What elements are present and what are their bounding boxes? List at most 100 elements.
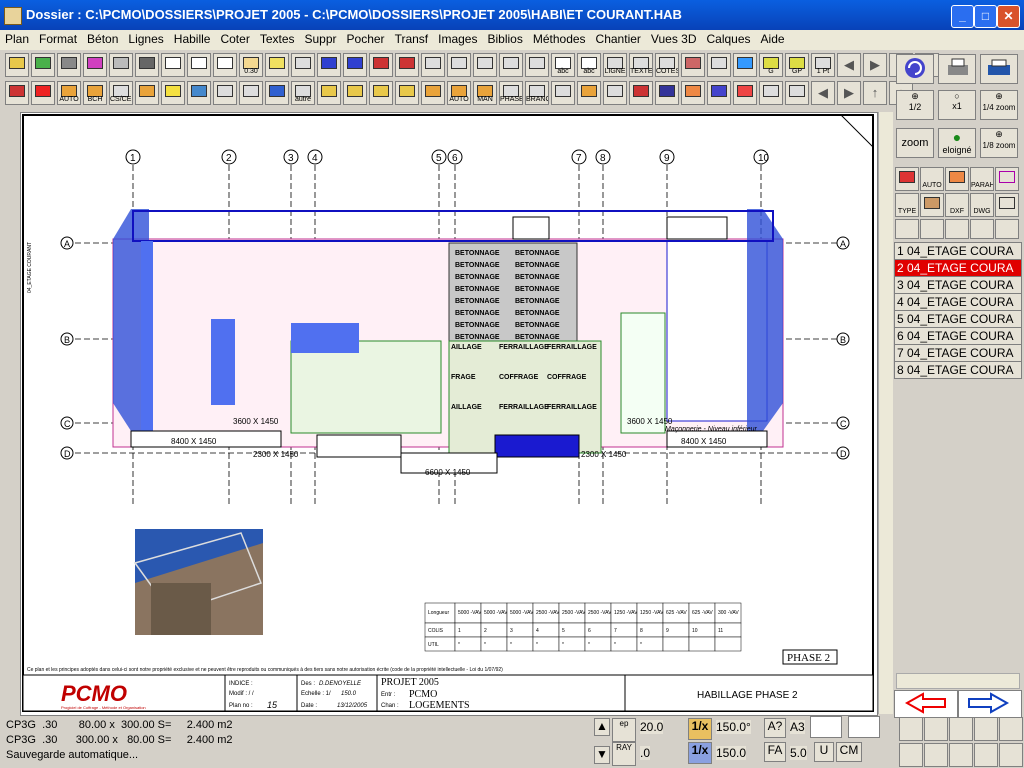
row2-tool-21[interactable] — [551, 81, 575, 105]
row1-tool-15[interactable] — [395, 53, 419, 77]
menu-item-9[interactable]: Transf — [390, 30, 434, 48]
ep-value[interactable]: 20.0 — [640, 720, 664, 734]
snap-tool-5[interactable] — [899, 743, 923, 767]
row1-tool-1[interactable] — [31, 53, 55, 77]
snap-tool-2[interactable] — [949, 717, 973, 741]
next-layer-button[interactable] — [958, 690, 1022, 718]
row1-tool-4[interactable] — [109, 53, 133, 77]
row1-tool-30[interactable]: GP — [785, 53, 809, 77]
row2-tool-26[interactable] — [681, 81, 705, 105]
paper-field-1[interactable] — [810, 716, 842, 738]
row1-tool-23[interactable]: LIGNE — [603, 53, 627, 77]
row2-tool-1[interactable] — [31, 81, 55, 105]
row2-tool-20[interactable]: BRANCH PHASE — [525, 81, 549, 105]
row1-tool-17[interactable] — [447, 53, 471, 77]
row1-tool-20[interactable] — [525, 53, 549, 77]
row1-tool-24[interactable]: TEXTE — [629, 53, 653, 77]
menu-item-3[interactable]: Lignes — [123, 30, 168, 48]
row1-tool-5[interactable] — [135, 53, 159, 77]
row1-tool-7[interactable] — [187, 53, 211, 77]
scroll-left-icon[interactable]: ◀ — [837, 53, 861, 77]
menu-item-12[interactable]: Méthodes — [528, 30, 591, 48]
layer-item[interactable]: 2 04_ETAGE COURA — [894, 259, 1022, 277]
row2-tool-7[interactable] — [187, 81, 211, 105]
layer-item[interactable]: 3 04_ETAGE COURA — [894, 276, 1022, 294]
fa-value[interactable]: 5.0 — [790, 746, 807, 760]
menu-item-10[interactable]: Images — [433, 30, 482, 48]
layer-item[interactable]: 8 04_ETAGE COURA — [894, 361, 1022, 379]
row1-tool-25[interactable]: COTES — [655, 53, 679, 77]
snap-tool-4[interactable] — [999, 717, 1023, 741]
row1-tool-16[interactable] — [421, 53, 445, 77]
row1-tool-26[interactable] — [681, 53, 705, 77]
scroll-left-icon[interactable]: ◀ — [811, 81, 835, 105]
row2-tool-3[interactable]: BCH — [83, 81, 107, 105]
row1-tool-21[interactable]: abc — [551, 53, 575, 77]
drawing-canvas[interactable]: 1 2 3 4 5 6 7 8 9 10 A A B B C C D D BETONNAGE BETONNAGE BE… — [20, 112, 878, 716]
row2-tool-4[interactable]: CS/CE CPS — [109, 81, 133, 105]
row1-tool-28[interactable] — [733, 53, 757, 77]
layer-item[interactable]: 1 04_ETAGE COURA — [894, 242, 1022, 260]
layer-item[interactable]: 4 04_ETAGE COURA — [894, 293, 1022, 311]
menu-item-2[interactable]: Béton — [82, 30, 123, 48]
menu-item-15[interactable]: Calques — [702, 30, 756, 48]
menu-item-13[interactable]: Chantier — [591, 30, 646, 48]
row2-tool-8[interactable] — [213, 81, 237, 105]
layer-scrollbar[interactable] — [896, 673, 1020, 689]
menu-item-16[interactable]: Aide — [756, 30, 790, 48]
unit-cm-button[interactable]: CM — [836, 742, 862, 762]
paper-field-2[interactable] — [848, 716, 880, 738]
scale-button[interactable]: 1/x — [688, 718, 712, 740]
maximize-button[interactable]: □ — [974, 5, 997, 28]
menu-item-1[interactable]: Format — [34, 30, 82, 48]
row1-tool-19[interactable] — [499, 53, 523, 77]
menu-item-4[interactable]: Habille — [169, 30, 216, 48]
row2-tool-14[interactable] — [369, 81, 393, 105]
scale-value[interactable]: 150.0° — [716, 720, 751, 734]
row2-tool-24[interactable] — [629, 81, 653, 105]
unit-u-button[interactable]: U — [814, 742, 834, 762]
row2-tool-0[interactable] — [5, 81, 29, 105]
row1-tool-12[interactable] — [317, 53, 341, 77]
layer-item[interactable]: 6 04_ETAGE COURA — [894, 327, 1022, 345]
layer-item[interactable]: 7 04_ETAGE COURA — [894, 344, 1022, 362]
menu-item-8[interactable]: Pocher — [342, 30, 390, 48]
row1-tool-8[interactable] — [213, 53, 237, 77]
row1-tool-22[interactable]: abc — [577, 53, 601, 77]
row2-tool-11[interactable]: autre — [291, 81, 315, 105]
status-scroll-up[interactable]: ▲ — [594, 718, 610, 736]
status-scroll-down[interactable]: ▼ — [594, 746, 610, 764]
minimize-button[interactable]: _ — [951, 5, 974, 28]
menu-item-6[interactable]: Textes — [255, 30, 300, 48]
row2-tool-2[interactable]: AUTO — [57, 81, 81, 105]
ray-button[interactable]: RAY — [612, 742, 636, 766]
row2-tool-12[interactable] — [317, 81, 341, 105]
row1-tool-31[interactable]: 1 Pt — [811, 53, 835, 77]
snap-tool-3[interactable] — [974, 717, 998, 741]
menu-item-5[interactable]: Coter — [215, 30, 254, 48]
close-button[interactable]: ✕ — [997, 5, 1020, 28]
row1-tool-10[interactable] — [265, 53, 289, 77]
row2-tool-17[interactable]: AUTO — [447, 81, 471, 105]
row2-tool-30[interactable] — [785, 81, 809, 105]
refresh-button[interactable] — [896, 54, 934, 84]
row2-tool-19[interactable]: PHASE — [499, 81, 523, 105]
row2-tool-28[interactable] — [733, 81, 757, 105]
row1-tool-9[interactable]: 0.30 — [239, 53, 263, 77]
plotter-button[interactable] — [980, 54, 1018, 84]
menu-item-7[interactable]: Suppr — [300, 30, 342, 48]
snap-tool-6[interactable] — [924, 743, 948, 767]
vertical-scrollbar[interactable] — [878, 112, 893, 714]
scale-value-2[interactable]: 150.0 — [716, 746, 747, 760]
row1-tool-11[interactable] — [291, 53, 315, 77]
row1-tool-27[interactable] — [707, 53, 731, 77]
paper-size[interactable]: A3 — [790, 720, 805, 734]
menu-item-0[interactable]: Plan — [0, 30, 34, 48]
row1-tool-2[interactable] — [57, 53, 81, 77]
row2-tool-5[interactable] — [135, 81, 159, 105]
ep-button[interactable]: ep — [612, 718, 636, 742]
row1-tool-14[interactable] — [369, 53, 393, 77]
ray-value[interactable]: .0 — [640, 746, 651, 760]
scroll-right-icon[interactable]: ▶ — [863, 53, 887, 77]
fa-button[interactable]: FA — [764, 742, 786, 762]
